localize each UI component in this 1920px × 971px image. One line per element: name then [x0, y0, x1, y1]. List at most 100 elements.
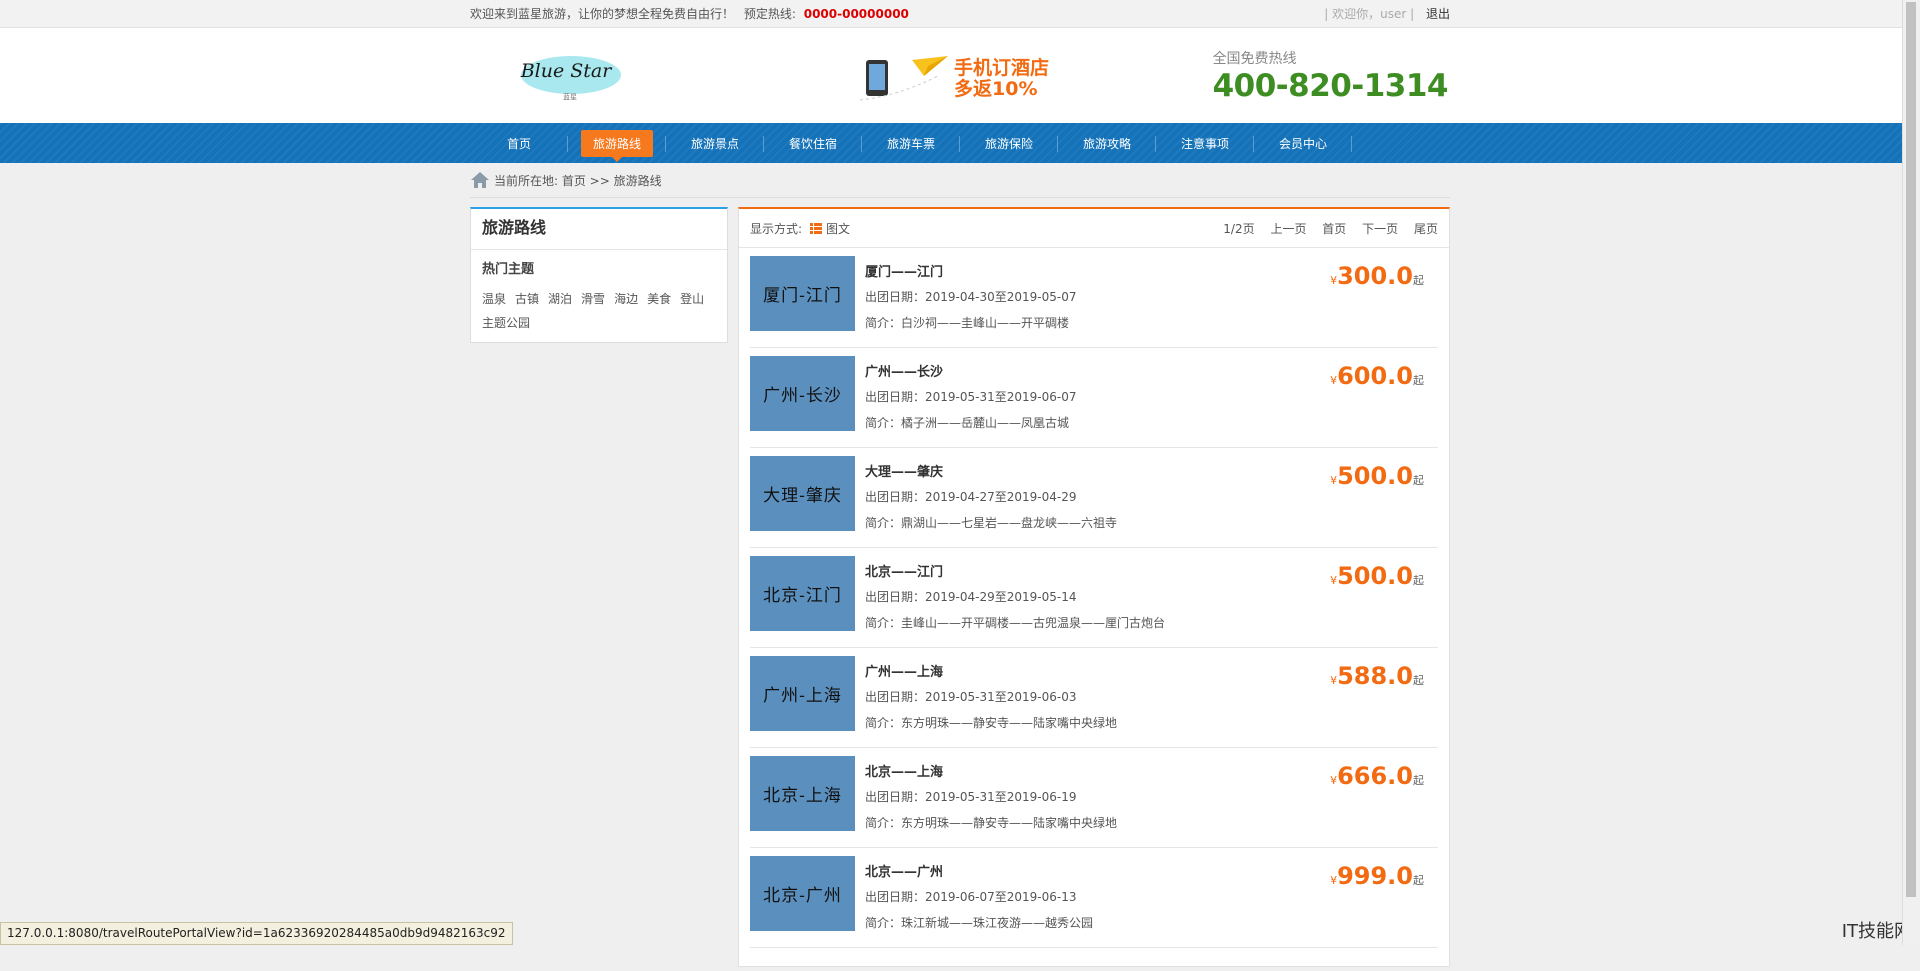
route-title[interactable]: 北京——上海 [865, 761, 943, 780]
route-title[interactable]: 大理——肇庆 [865, 461, 943, 480]
list-view-icon[interactable] [810, 222, 823, 234]
route-brief: 简介：东方明珠——静安寺——陆家嘴中央绿地 [865, 816, 1118, 830]
site-logo[interactable]: Blue Star 蓝星 [496, 49, 642, 105]
route-brief: 简介：东方明珠——静安寺——陆家嘴中央绿地 [865, 716, 1118, 730]
vertical-scrollbar[interactable] [1902, 0, 1920, 945]
route-title[interactable]: 广州——上海 [865, 661, 943, 680]
display-mode: 显示方式: 图文 [750, 220, 850, 237]
route-brief: 简介：珠江新城——珠江夜游——越秀公园 [865, 916, 1094, 930]
route-date: 出团日期：2019-04-30至2019-05-07 [865, 290, 1077, 304]
route-item: 广州-上海 广州——上海出团日期：2019-05-31至2019-06-03 简介：… [750, 648, 1438, 748]
nav-item-label: 旅游车票 [886, 136, 935, 151]
route-title[interactable]: 广州——长沙 [865, 361, 943, 380]
theme-tag[interactable]: 主题公园 [482, 316, 530, 330]
last-page-link[interactable]: 尾页 [1414, 222, 1438, 236]
display-mode-value[interactable]: 图文 [826, 220, 850, 237]
route-item: 北京-上海 北京——上海 出团日期：2019-05-31至2019-06-19 简介：… [750, 748, 1438, 848]
route-thumbnail[interactable]: 北京-广州 [750, 856, 855, 931]
route-thumbnail[interactable]: 广州-上海 [750, 656, 855, 731]
theme-tag[interactable]: 古镇 [515, 292, 539, 306]
route-thumbnail[interactable]: 厦门-江门 [750, 256, 855, 331]
user-area: | 欢迎你，user | 退出 [1324, 5, 1450, 22]
route-price: ¥600.0起 [1330, 362, 1424, 390]
price-suffix: 起 [1413, 774, 1424, 787]
first-page-link[interactable]: 首页 [1322, 222, 1346, 236]
price-value: 500.0 [1337, 462, 1413, 490]
home-icon [471, 172, 489, 188]
nav-item-5[interactable]: 旅游保险 [960, 123, 1058, 163]
route-date: 出团日期：2019-05-31至2019-06-07 [865, 390, 1077, 404]
page-info: 1/2页 [1223, 221, 1255, 236]
route-brief: 简介：鼎湖山——七星岩——盘龙峡——六祖寺 [865, 516, 1118, 530]
nav-item-label: 会员中心 [1278, 136, 1327, 151]
nav-divider [1351, 136, 1352, 152]
route-date: 出团日期：2019-05-31至2019-06-03 [865, 690, 1077, 704]
logout-link[interactable]: 退出 [1426, 7, 1450, 21]
route-item: 北京-江门 北京——江门 出团日期：2019-04-29至2019-05-14 简介：… [750, 548, 1438, 648]
route-item: 北京-广州 北京——广州出团日期：2019-06-07至2019-06-13 简介：… [750, 848, 1438, 948]
route-price: ¥300.0起 [1330, 262, 1424, 290]
route-brief: 简介：白沙祠——圭峰山——开平碉楼 [865, 316, 1070, 330]
nav-item-label: 旅游保险 [984, 136, 1033, 151]
route-price: ¥588.0起 [1330, 662, 1424, 690]
route-thumbnail[interactable]: 北京-上海 [750, 756, 855, 831]
nav-items: 首页 旅游路线 旅游景点 餐饮住宿 旅游车票 旅游保险 旅游攻略 注意事项 会员中心 [470, 123, 1450, 163]
route-thumbnail[interactable]: 广州-长沙 [750, 356, 855, 431]
route-date: 出团日期：2019-04-29至2019-05-14 [865, 590, 1077, 604]
route-price: ¥666.0起 [1330, 762, 1424, 790]
next-page-link[interactable]: 下一页 [1362, 222, 1398, 236]
main-nav: 首页 旅游路线 旅游景点 餐饮住宿 旅游车票 旅游保险 旅游攻略 注意事项 会员中心 [0, 123, 1920, 163]
booking-hotline-label: 预定热线: [743, 7, 796, 21]
price-value: 300.0 [1337, 262, 1413, 290]
booking-hotline-number: 0000-00000000 [803, 7, 909, 21]
nav-item-4[interactable]: 旅游车票 [862, 123, 960, 163]
mobile-hotel-promo[interactable]: 手机订酒店 多返10% [858, 54, 1068, 104]
route-price: ¥500.0起 [1330, 562, 1424, 590]
price-value: 600.0 [1337, 362, 1413, 390]
content-area: 当前所在地: 首页 >> 旅游路线 旅游路线 热门主题 温泉 古镇 湖泊 滑雪 海边 美食… [470, 163, 1450, 971]
nav-item-2[interactable]: 旅游景点 [666, 123, 764, 163]
pager: 1/2页 上一页 首页 下一页 尾页 [1211, 220, 1438, 237]
prev-page-link[interactable]: 上一页 [1270, 222, 1306, 236]
route-date: 出团日期：2019-06-07至2019-06-13 [865, 890, 1077, 904]
nav-item-6[interactable]: 旅游攻略 [1058, 123, 1156, 163]
nav-item-label: 旅游路线 [580, 129, 653, 162]
route-price: ¥999.0起 [1330, 862, 1424, 890]
route-thumbnail[interactable]: 北京-江门 [750, 556, 855, 631]
nav-item-7[interactable]: 注意事项 [1156, 123, 1254, 163]
site-header: Blue Star 蓝星 手机订酒店 多返10% 全国免费热线 400-820-… [0, 28, 1920, 123]
theme-tag[interactable]: 海边 [614, 292, 638, 306]
sidebar-title: 旅游路线 [471, 209, 727, 250]
theme-tag[interactable]: 滑雪 [581, 292, 605, 306]
price-value: 666.0 [1337, 762, 1413, 790]
theme-tag[interactable]: 湖泊 [548, 292, 572, 306]
nav-item-label: 注意事项 [1180, 136, 1229, 151]
promo-line-1: 手机订酒店 [954, 57, 1050, 79]
nav-item-0[interactable]: 首页 [470, 123, 568, 163]
route-item: 大理-肇庆 大理——肇庆 出团日期：2019-04-27至2019-04-29 简介：… [750, 448, 1438, 548]
route-list-panel: 显示方式: 图文 1/2页 上一页 首页 下一页 尾页 厦门-江门 厦门——江门出… [738, 207, 1450, 967]
theme-tag[interactable]: 温泉 [482, 292, 506, 306]
nav-item-8[interactable]: 会员中心 [1254, 123, 1352, 163]
nav-item-label: 旅游攻略 [1082, 136, 1131, 151]
route-title[interactable]: 厦门——江门 [865, 261, 943, 280]
price-suffix: 起 [1413, 574, 1424, 587]
nav-item-3[interactable]: 餐饮住宿 [764, 123, 862, 163]
route-title[interactable]: 北京——广州 [865, 861, 943, 880]
logo-text: Blue Star [520, 60, 614, 82]
scrollbar-thumb[interactable] [1906, 2, 1916, 897]
theme-tags: 温泉 古镇 湖泊 滑雪 海边 美食 登山主题公园 [482, 287, 722, 335]
route-thumbnail[interactable]: 大理-肇庆 [750, 456, 855, 531]
free-hotline-number: 400-820-1314 [1212, 68, 1449, 104]
free-hotline: 全国免费热线 400-820-1314 [1212, 48, 1449, 104]
route-title[interactable]: 北京——江门 [865, 561, 943, 580]
nav-item-label: 首页 [506, 136, 531, 151]
phone-plane-icon [859, 56, 948, 101]
price-value: 500.0 [1337, 562, 1413, 590]
route-item: 厦门-江门 厦门——江门出团日期：2019-04-30至2019-05-07 简介：… [750, 248, 1438, 348]
nav-item-1[interactable]: 旅游路线 [568, 123, 666, 163]
theme-tag[interactable]: 登山 [680, 292, 704, 306]
logo-sub: 蓝星 [563, 92, 577, 101]
theme-tag[interactable]: 美食 [647, 292, 671, 306]
list-toolbar: 显示方式: 图文 1/2页 上一页 首页 下一页 尾页 [739, 209, 1449, 248]
